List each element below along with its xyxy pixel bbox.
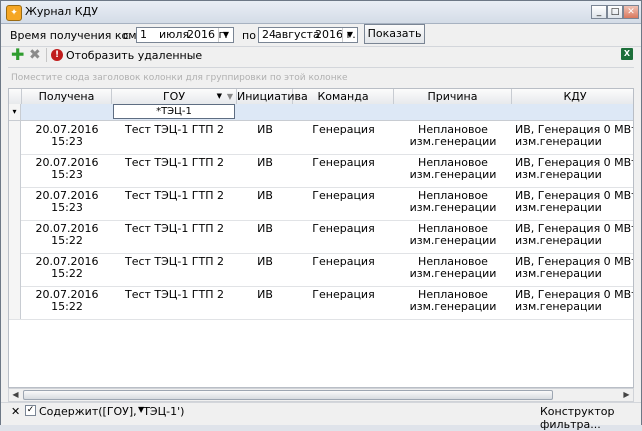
cell-received-time: 15:22 [51, 234, 83, 247]
cell-command: Генерация [312, 222, 375, 235]
filter-builder-link[interactable]: Конструктор фильтра... [540, 405, 641, 431]
cell-reason: Неплановое изм.генерации [409, 156, 497, 181]
cell-kdu-cont: изм.генерации [515, 300, 602, 313]
cell-kdu-cont: изм.генерации [515, 234, 602, 247]
scroll-right-icon[interactable]: ▶ [620, 389, 633, 401]
minimize-button[interactable]: _ [591, 5, 607, 19]
to-date-picker[interactable]: 24 августа 2016 г. ▼ [258, 27, 358, 43]
table-row[interactable]: 20.07.2016 15:22 Тест ТЭЦ-1 ГТП 2 ИВ Генерац… [9, 220, 633, 254]
title-bar: ✦ Журнал КДУ _ □ ✕ [1, 1, 641, 24]
cell-gou: Тест ТЭЦ-1 ГТП 2 [124, 123, 225, 136]
cell-initiative: ИВ [257, 156, 273, 169]
group-panel[interactable]: Поместите сюда заголовок колонки для гру… [8, 67, 634, 87]
to-label: по [242, 29, 256, 42]
from-date-picker[interactable]: 1 июля 2016 г. ▼ [136, 27, 234, 43]
from-month: июля [159, 28, 190, 41]
cell-kdu-cont: изм.генерации [515, 201, 602, 214]
col-header-initiative[interactable]: Инициатива [237, 89, 308, 104]
cell-kdu-cont: изм.генерации [515, 267, 602, 280]
table-row[interactable]: 20.07.2016 15:23 Тест ТЭЦ-1 ГТП 2 ИВ Генерац… [9, 154, 633, 188]
row-indicator[interactable] [9, 286, 21, 319]
to-day: 24 [262, 28, 276, 41]
maximize-button[interactable]: □ [607, 5, 623, 19]
scroll-left-icon[interactable]: ◀ [9, 389, 22, 401]
cell-command: Генерация [312, 288, 375, 301]
cell-kdu-cont: изм.генерации [515, 168, 602, 181]
cell-gou: Тест ТЭЦ-1 ГТП 2 [124, 255, 225, 268]
row-indicator[interactable] [9, 187, 21, 220]
chevron-down-icon[interactable]: ▼ [218, 28, 233, 42]
cell-command: Генерация [312, 255, 375, 268]
row-indicator[interactable] [9, 154, 21, 187]
col-header-received[interactable]: Получена [22, 89, 112, 104]
show-button[interactable]: Показать [364, 24, 425, 44]
grid-header: Получена ГОУ ▼ ▼ Инициатива Команда Прич… [9, 89, 633, 105]
to-month: августа [275, 28, 320, 41]
show-deleted-button[interactable]: Отобразить удаленные [66, 49, 202, 62]
table-row[interactable]: 20.07.2016 15:23 Тест ТЭЦ-1 ГТП 2 ИВ Генерац… [9, 187, 633, 221]
table-row[interactable]: 20.07.2016 15:23 Тест ТЭЦ-1 ГТП 2 ИВ Генерац… [9, 121, 633, 155]
plus-icon[interactable]: ✚ [11, 47, 25, 63]
cell-received-time: 15:22 [51, 300, 83, 313]
cell-initiative: ИВ [257, 189, 273, 202]
cell-received-time: 15:23 [51, 168, 83, 181]
cell-reason: Неплановое изм.генерации [409, 189, 497, 214]
gou-filter-input[interactable]: *ТЭЦ-1 [113, 104, 235, 119]
cell-command: Генерация [312, 123, 375, 136]
window-title: Журнал КДУ [25, 5, 98, 18]
cell-reason: Неплановое изм.генерации [409, 123, 497, 148]
filter-row-icon: ▾ [9, 104, 21, 120]
cell-gou: Тест ТЭЦ-1 ГТП 2 [124, 288, 225, 301]
cell-initiative: ИВ [257, 255, 273, 268]
filter-enabled-checkbox[interactable]: ✓ [25, 405, 36, 416]
cell-gou: Тест ТЭЦ-1 ГТП 2 [124, 189, 225, 202]
delete-icon[interactable]: ✖ [29, 48, 43, 62]
row-indicator[interactable] [9, 121, 21, 154]
cell-initiative: ИВ [257, 288, 273, 301]
cell-kdu-cont: изм.генерации [515, 135, 602, 148]
kdu-journal-window: ✦ Журнал КДУ _ □ ✕ Время получения коман… [0, 0, 642, 431]
col-header-gou-label: ГОУ [162, 90, 186, 103]
cell-command: Генерация [312, 189, 375, 202]
kdu-grid: Получена ГОУ ▼ ▼ Инициатива Команда Прич… [8, 88, 634, 388]
auto-filter-row: ▾ *ТЭЦ-1 [9, 104, 633, 121]
filter-icon[interactable]: ▼ [227, 89, 233, 104]
cell-command: Генерация [312, 156, 375, 169]
table-row[interactable]: 20.07.2016 15:22 Тест ТЭЦ-1 ГТП 2 ИВ Генерац… [9, 253, 633, 287]
excel-icon[interactable]: X [621, 48, 633, 60]
cell-gou: Тест ТЭЦ-1 ГТП 2 [124, 156, 225, 169]
cell-reason: Неплановое изм.генерации [409, 255, 497, 280]
horizontal-scrollbar[interactable]: ◀ ▶ [8, 388, 634, 402]
cell-gou: Тест ТЭЦ-1 ГТП 2 [124, 222, 225, 235]
col-header-command[interactable]: Команда [293, 89, 394, 104]
toolbar-separator [46, 48, 47, 62]
cell-initiative: ИВ [257, 222, 273, 235]
table-row[interactable]: 20.07.2016 15:22 Тест ТЭЦ-1 ГТП 2 ИВ Генерац… [9, 286, 633, 320]
col-header-reason[interactable]: Причина [394, 89, 512, 104]
cell-received-time: 15:23 [51, 135, 83, 148]
chevron-down-icon[interactable]: ▼ [342, 28, 357, 42]
header-indicator [9, 89, 22, 104]
row-indicator[interactable] [9, 220, 21, 253]
scroll-thumb[interactable] [23, 390, 553, 400]
cell-received-time: 15:23 [51, 201, 83, 214]
close-button[interactable]: ✕ [623, 5, 639, 19]
cell-reason: Неплановое изм.генерации [409, 288, 497, 313]
from-day: 1 [140, 28, 147, 41]
chevron-down-icon[interactable]: ▼ [138, 405, 144, 414]
col-header-gou[interactable]: ГОУ ▼ ▼ [112, 89, 237, 104]
app-icon: ✦ [6, 5, 22, 21]
col-header-kdu[interactable]: КДУ [512, 89, 633, 104]
cell-reason: Неплановое изм.генерации [409, 222, 497, 247]
row-indicator[interactable] [9, 253, 21, 286]
cell-initiative: ИВ [257, 123, 273, 136]
from-label: с [123, 29, 130, 42]
filter-expression[interactable]: Содержит([ГОУ], 'ТЭЦ-1') [39, 405, 184, 418]
alert-icon: ! [51, 49, 63, 61]
sort-down-icon[interactable]: ▼ [217, 89, 222, 104]
clear-filter-icon[interactable]: ✕ [11, 405, 20, 418]
cell-received-time: 15:22 [51, 267, 83, 280]
